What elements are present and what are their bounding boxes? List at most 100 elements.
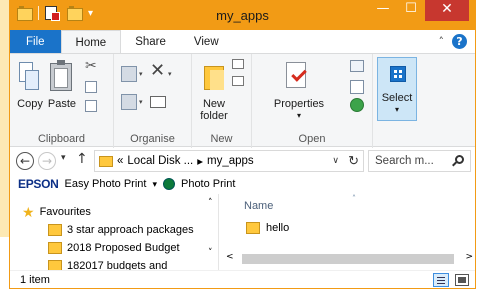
easy-access-icon[interactable] (232, 76, 244, 86)
breadcrumb-separator[interactable]: ▸ (197, 154, 203, 168)
scroll-thumb[interactable] (242, 254, 454, 264)
refresh-icon[interactable]: ↻ (348, 153, 359, 169)
close-button[interactable]: ✕ (425, 0, 469, 21)
open-group-label: Open (298, 133, 326, 145)
properties-button[interactable]: Properties (270, 98, 328, 110)
delete-icon[interactable]: ✕ (150, 62, 165, 80)
file-name: hello (266, 222, 290, 234)
ribbon: Copy Paste ✂ Clipboard ▾ ✕ ▾ ▾ Organise … (10, 53, 475, 148)
scroll-up-icon[interactable]: ˄ (208, 198, 213, 208)
easy-photo-print-button[interactable]: Easy Photo Print (65, 178, 147, 190)
star-icon: ★ (22, 203, 35, 220)
move-to-icon[interactable] (121, 66, 137, 82)
nav-item-label: Favourites (39, 206, 91, 218)
select-group: Select ▾ (373, 54, 421, 148)
breadcrumb-local-disk[interactable]: Local Disk ... (127, 155, 193, 167)
nav-item-2018-proposed-budget[interactable]: 2018 Proposed Budget (48, 239, 180, 257)
nav-scrollbar[interactable]: ˄ ˅ (204, 194, 218, 270)
organise-group-label: Organise (130, 133, 175, 145)
new-item-icon[interactable] (232, 59, 244, 69)
folder-icon (48, 260, 62, 270)
copy-to-icon[interactable] (121, 94, 137, 110)
details-view-icon[interactable] (433, 273, 449, 287)
column-header-name[interactable]: Name (244, 200, 273, 212)
list-item[interactable]: hello (246, 222, 289, 234)
properties-icon[interactable] (284, 60, 310, 92)
folder-icon (99, 155, 113, 167)
delete-dropdown-icon[interactable]: ▾ (168, 70, 172, 78)
epson-dropdown-icon[interactable]: ▾ (152, 179, 157, 190)
photo-print-button[interactable]: Photo Print (181, 178, 235, 190)
photo-print-icon[interactable] (162, 178, 175, 190)
new-folder-label-line2: folder (200, 110, 228, 122)
select-button[interactable]: Select ▾ (377, 57, 417, 121)
scroll-left-icon[interactable]: < (226, 252, 234, 262)
rename-icon[interactable] (150, 96, 166, 108)
clipboard-group: Copy Paste ✂ Clipboard (10, 54, 114, 148)
navigation-pane: ★ Favourites 3 star approach packages 20… (10, 194, 219, 270)
copy-to-dropdown-icon[interactable]: ▾ (139, 98, 143, 106)
file-list-pane: Name ˄ hello < > (220, 194, 475, 270)
nav-item-favourites[interactable]: ★ Favourites (22, 203, 91, 221)
explorer-window: ▾ my_apps — ☐ ✕ File Home Share View ˄ ?… (9, 0, 476, 289)
select-label: Select (381, 92, 413, 104)
select-grid-icon (390, 66, 406, 82)
forward-button[interactable]: → (38, 152, 56, 170)
column-header-label: Name (244, 200, 274, 212)
move-to-dropdown-icon[interactable]: ▾ (139, 70, 143, 78)
tab-share[interactable]: Share (121, 30, 180, 54)
new-folder-button[interactable]: New folder (194, 98, 234, 122)
recent-locations-icon[interactable]: ▾ (61, 153, 66, 163)
item-count: 1 item (20, 274, 50, 286)
tab-file[interactable]: File (10, 30, 61, 54)
paste-icon[interactable] (50, 60, 74, 92)
address-bar-row: ← → ▾ ↑ « Local Disk ... ▸ my_apps ∨ ↻ S… (10, 148, 475, 174)
select-dropdown-icon: ▾ (394, 105, 399, 114)
sort-ascending-icon: ˄ (352, 194, 356, 203)
open-group: Properties ▾ Open (252, 54, 373, 148)
epson-toolbar: EPSON Easy Photo Print ▾ Photo Print (10, 174, 475, 194)
new-group-label: New (210, 133, 233, 145)
scroll-right-icon[interactable]: > (465, 252, 473, 262)
search-input[interactable]: Search m... (368, 150, 471, 172)
path-overflow[interactable]: « (117, 155, 123, 167)
tab-view[interactable]: View (180, 30, 233, 54)
paste-shortcut-icon[interactable] (85, 100, 97, 112)
folder-icon (48, 242, 62, 254)
help-icon[interactable]: ? (452, 34, 467, 49)
large-icons-view-icon[interactable] (455, 274, 469, 286)
status-bar: 1 item (10, 270, 475, 288)
organise-group: ▾ ✕ ▾ ▾ Organise (114, 54, 192, 148)
properties-dropdown-icon[interactable]: ▾ (270, 110, 328, 122)
folder-icon (48, 224, 62, 236)
up-arrow-icon[interactable]: ↑ (76, 151, 88, 167)
new-folder-icon[interactable] (204, 62, 230, 90)
paste-button[interactable]: Paste (46, 98, 78, 110)
maximize-button[interactable]: ☐ (397, 0, 425, 21)
edit-icon[interactable] (350, 80, 364, 94)
tab-home[interactable]: Home (60, 30, 122, 54)
nav-item-3-star-approach-packages[interactable]: 3 star approach packages (48, 221, 194, 239)
ribbon-tabs: File Home Share View ˄ ? (10, 30, 475, 54)
copy-button[interactable]: Copy (14, 98, 46, 110)
open-icon[interactable] (350, 60, 364, 72)
nav-item-182017-budgets[interactable]: 182017 budgets and (48, 257, 167, 270)
cut-scissors-icon[interactable]: ✂ (85, 59, 97, 73)
copy-path-icon[interactable] (85, 81, 97, 93)
address-dropdown-icon[interactable]: ∨ (332, 155, 339, 166)
breadcrumb-my-apps[interactable]: my_apps (207, 155, 254, 167)
title-bar: ▾ my_apps — ☐ ✕ (10, 0, 475, 30)
search-icon[interactable] (455, 155, 464, 164)
horizontal-scrollbar[interactable]: < > (220, 252, 475, 266)
epson-logo: EPSON (18, 177, 59, 191)
address-box[interactable]: « Local Disk ... ▸ my_apps ∨ ↻ (94, 150, 364, 172)
nav-item-label: 182017 budgets and (67, 260, 168, 270)
history-icon[interactable] (350, 98, 364, 112)
scroll-down-icon[interactable]: ˅ (208, 248, 213, 258)
minimize-button[interactable]: — (369, 0, 397, 21)
collapse-ribbon-icon[interactable]: ˄ (439, 35, 445, 48)
copy-icon[interactable] (19, 62, 41, 92)
nav-item-label: 2018 Proposed Budget (67, 242, 180, 254)
back-button[interactable]: ← (16, 152, 34, 170)
ribbon-controls: ˄ ? (439, 34, 467, 49)
